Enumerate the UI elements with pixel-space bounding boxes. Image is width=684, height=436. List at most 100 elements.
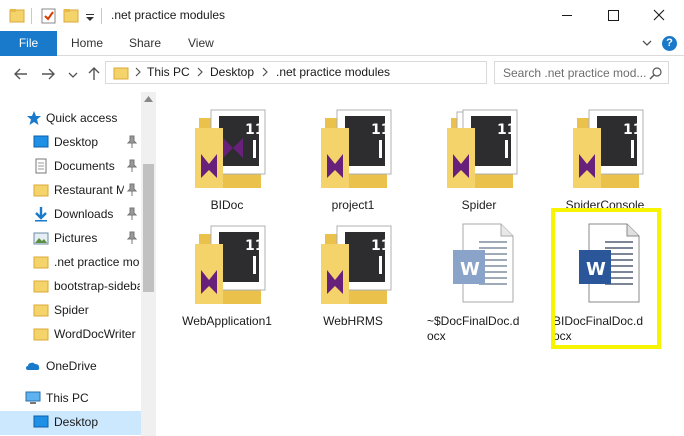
nav-label: bootstrap-sideba: [54, 279, 140, 293]
nav-item-documents[interactable]: Documents: [0, 155, 141, 177]
nav-label: This PC: [46, 391, 89, 405]
nav-item-desktop[interactable]: Desktop: [0, 131, 141, 153]
svg-text:11: 11: [497, 122, 516, 138]
search-placeholder: Search .net practice mod...: [503, 66, 647, 80]
folder-icon: [33, 304, 49, 317]
recent-locations-icon[interactable]: [63, 64, 83, 84]
nav-label: WordDocWriter: [54, 327, 136, 341]
back-arrow-icon[interactable]: [11, 64, 31, 84]
nav-label: OneDrive: [46, 359, 97, 373]
svg-text:W: W: [460, 259, 480, 280]
title-separator: [101, 8, 102, 24]
svg-text:11: 11: [245, 238, 264, 254]
pin-icon[interactable]: [126, 207, 138, 221]
desktop-icon: [33, 415, 49, 428]
svg-text:11: 11: [371, 238, 390, 254]
nav-label: Spider: [54, 303, 89, 317]
nav-item-pictures[interactable]: Pictures: [0, 227, 141, 249]
nav-item-restaurant[interactable]: Restaurant M: [0, 179, 141, 201]
svg-text:11: 11: [371, 122, 390, 138]
nav-label: Downloads: [54, 207, 114, 221]
tab-home[interactable]: Home: [71, 31, 103, 56]
up-arrow-icon[interactable]: [84, 64, 104, 84]
nav-label: .net practice mo: [54, 255, 140, 269]
qat-dropdown-icon[interactable]: [85, 6, 95, 26]
nav-item-net-practice[interactable]: .net practice mo: [0, 251, 141, 273]
vs-folder-icon: 11: [321, 109, 392, 188]
navigation-pane: Quick access Desktop Documents Restauran…: [0, 92, 156, 436]
pictures-icon: [33, 232, 49, 245]
tab-view[interactable]: View: [188, 31, 214, 56]
qat-separator: [31, 8, 32, 24]
forward-arrow-icon[interactable]: [38, 64, 58, 84]
pin-icon[interactable]: [126, 231, 138, 245]
nav-item-bootstrap[interactable]: bootstrap-sideba: [0, 275, 141, 297]
maximize-icon[interactable]: [590, 0, 636, 31]
vs-folder-icon: 11: [447, 109, 518, 188]
vs-folder-icon: 11: [321, 225, 392, 304]
chevron-right-icon[interactable]: [261, 66, 269, 78]
folder-icon: [33, 280, 49, 293]
file-name: BIDoc: [210, 198, 244, 212]
folder-icon: [113, 67, 129, 80]
nav-label: Restaurant M: [54, 183, 124, 197]
nav-label: Pictures: [54, 231, 98, 245]
scrollbar-thumb[interactable]: [143, 164, 154, 292]
properties-icon[interactable]: [40, 6, 58, 26]
file-name: WebApplication1: [182, 314, 272, 328]
search-icon[interactable]: [649, 66, 663, 80]
nav-item-spider[interactable]: Spider: [0, 299, 141, 321]
breadcrumb-current-folder[interactable]: .net practice modules: [276, 65, 390, 79]
ribbon-tabs: File Home Share View ?: [0, 31, 684, 56]
nav-label: Desktop: [54, 135, 99, 149]
new-folder-icon[interactable]: [63, 6, 79, 26]
nav-onedrive[interactable]: OneDrive: [0, 355, 141, 377]
pin-icon[interactable]: [126, 135, 138, 149]
file-name: WebHRMS: [323, 314, 383, 328]
file-name: project1: [331, 198, 375, 212]
chevron-right-icon[interactable]: [196, 66, 204, 78]
vs-folder-icon: 11: [195, 225, 266, 304]
tab-share[interactable]: Share: [129, 31, 161, 56]
svg-text:11: 11: [245, 122, 264, 138]
folder-icon: [33, 256, 49, 269]
help-icon[interactable]: ?: [662, 36, 677, 51]
window-title: .net practice modules: [111, 8, 226, 22]
vs-folder-icon: 11: [195, 109, 266, 188]
nav-item-downloads[interactable]: Downloads: [0, 203, 141, 225]
pin-icon[interactable]: [126, 159, 138, 173]
address-bar[interactable]: This PC Desktop .net practice modules: [105, 61, 487, 84]
documents-icon: [35, 158, 47, 174]
nav-quick-access[interactable]: Quick access: [0, 107, 141, 129]
nav-label: Quick access: [46, 111, 118, 125]
vs-folder-icon: 11: [573, 109, 644, 188]
nav-this-pc[interactable]: This PC: [0, 387, 141, 409]
search-box[interactable]: Search .net practice mod...: [494, 61, 669, 84]
scroll-up-icon[interactable]: [144, 96, 153, 102]
folder-icon: [9, 9, 25, 23]
breadcrumb-this-pc[interactable]: This PC: [147, 65, 190, 79]
nav-this-pc-desktop[interactable]: Desktop: [0, 411, 141, 435]
nav-label: Desktop: [54, 415, 99, 429]
tab-file[interactable]: File: [0, 31, 57, 56]
ribbon-expand-icon[interactable]: [640, 36, 654, 50]
nav-scrollbar[interactable]: [141, 92, 156, 436]
minimize-icon[interactable]: [544, 0, 590, 31]
folder-icon: [33, 184, 49, 197]
star-icon: [27, 111, 41, 125]
desktop-icon: [33, 135, 49, 148]
close-icon[interactable]: [636, 0, 682, 31]
cloud-icon: [26, 362, 40, 370]
nav-label: Documents: [54, 159, 115, 173]
downloads-icon: [35, 207, 47, 222]
file-name: Spider: [461, 198, 497, 212]
pin-icon[interactable]: [126, 183, 138, 197]
breadcrumb-desktop[interactable]: Desktop: [210, 65, 254, 79]
chevron-right-icon[interactable]: [134, 66, 142, 78]
computer-icon: [25, 391, 41, 404]
svg-text:11: 11: [623, 122, 642, 138]
yellow-highlight-box: [551, 208, 661, 349]
file-name: ~$DocFinalDoc.d ocx: [427, 314, 520, 343]
title-bar: .net practice modules: [0, 0, 684, 31]
nav-item-worddocwriter[interactable]: WordDocWriter: [0, 323, 141, 345]
